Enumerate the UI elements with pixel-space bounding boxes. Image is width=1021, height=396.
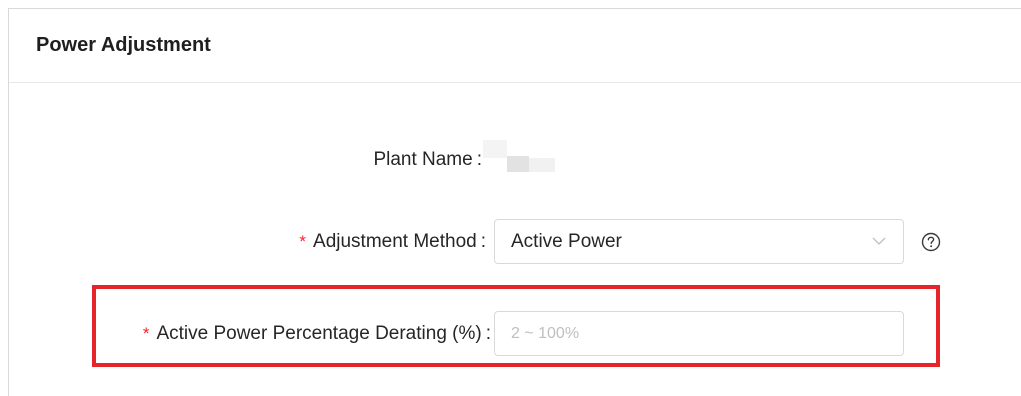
plant-name-label-group: Plant Name : [373, 149, 482, 171]
required-mark: * [299, 231, 307, 251]
adjustment-method-label-group: * Adjustment Method : [299, 231, 486, 253]
panel-header: Power Adjustment [9, 9, 1021, 83]
adjustment-method-select[interactable]: Active Power [494, 219, 904, 264]
adjustment-method-row: * Adjustment Method : Active Power [9, 219, 1021, 264]
plant-name-label: Plant Name [373, 149, 473, 170]
plant-name-row: Plant Name : [9, 140, 1021, 172]
chevron-down-icon [872, 237, 886, 245]
adjustment-method-label: Adjustment Method [313, 230, 477, 252]
adjustment-method-selected-value: Active Power [511, 230, 622, 252]
highlight-box [92, 285, 940, 367]
plant-name-colon: : [476, 149, 482, 170]
panel-title: Power Adjustment [36, 34, 211, 56]
adjustment-method-colon: : [480, 230, 486, 252]
question-circle-icon[interactable] [921, 232, 941, 252]
plant-name-value-redacted [483, 140, 557, 178]
